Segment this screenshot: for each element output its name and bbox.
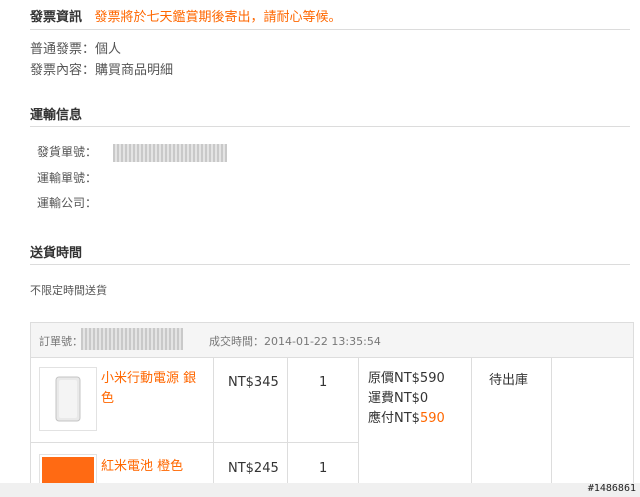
item-quantity: 1 bbox=[319, 375, 328, 390]
row-divider bbox=[31, 442, 358, 443]
invoice-notice: 發票將於七天鑑賞期後寄出，請耐心等候。 bbox=[94, 10, 342, 25]
order-number-redacted bbox=[81, 328, 183, 350]
shipping-title: 運輸信息 bbox=[30, 108, 83, 123]
footer-strip bbox=[0, 483, 640, 497]
battery-icon bbox=[42, 457, 94, 483]
product-name-link[interactable]: 紅米電池 橙色 bbox=[101, 457, 207, 477]
power-bank-icon bbox=[55, 376, 81, 422]
order-status: 待出庫 bbox=[489, 373, 529, 388]
product-thumbnail[interactable] bbox=[39, 454, 97, 483]
column-divider bbox=[287, 358, 288, 483]
divider bbox=[30, 126, 630, 127]
shipping-fee: 運費NT$0 bbox=[368, 391, 429, 406]
divider bbox=[30, 29, 630, 30]
invoice-title: 發票資訊 發票將於七天鑑賞期後寄出，請耐心等候。 bbox=[30, 10, 342, 25]
tracking-no-label: 運輸單號： bbox=[37, 171, 98, 185]
shipment-no-label: 發貨單號： bbox=[37, 145, 98, 159]
item-quantity: 1 bbox=[319, 461, 328, 476]
column-divider bbox=[551, 358, 552, 483]
shipment-no-row: 發貨單號： bbox=[37, 143, 227, 162]
carrier-label: 運輸公司： bbox=[37, 196, 98, 210]
item-price: NT$345 bbox=[228, 375, 279, 390]
amount-payable-value: 590 bbox=[419, 411, 445, 426]
column-divider bbox=[213, 358, 214, 483]
divider bbox=[30, 264, 630, 265]
shipment-no-redacted bbox=[112, 143, 227, 162]
original-price: 原價NT$590 bbox=[368, 371, 445, 386]
amount-payable: 應付NT$590 bbox=[368, 411, 445, 426]
order-header: 訂單號： 成交時間：2014-01-22 13:35:54 bbox=[31, 323, 633, 358]
watermark-id: #1486861 bbox=[587, 483, 636, 494]
column-divider bbox=[471, 358, 472, 483]
item-price: NT$245 bbox=[228, 461, 279, 476]
delivery-value: 不限定時間送貨 bbox=[30, 284, 107, 297]
product-thumbnail[interactable] bbox=[39, 367, 97, 431]
column-divider bbox=[358, 358, 359, 483]
product-name-link[interactable]: 小米行動電源 銀色 bbox=[101, 369, 207, 409]
delivery-title: 送貨時間 bbox=[30, 246, 83, 261]
order-panel: 訂單號： 成交時間：2014-01-22 13:35:54 小米行動電源 銀色 … bbox=[30, 322, 634, 484]
order-number-label: 訂單號： bbox=[39, 335, 83, 348]
deal-time: 成交時間：2014-01-22 13:35:54 bbox=[209, 335, 381, 348]
invoice-type: 普通發票：個人 bbox=[30, 42, 122, 57]
invoice-content: 發票內容：購買商品明細 bbox=[30, 63, 174, 78]
price-summary: 原價NT$590 運費NT$0 應付NT$590 bbox=[368, 369, 445, 429]
